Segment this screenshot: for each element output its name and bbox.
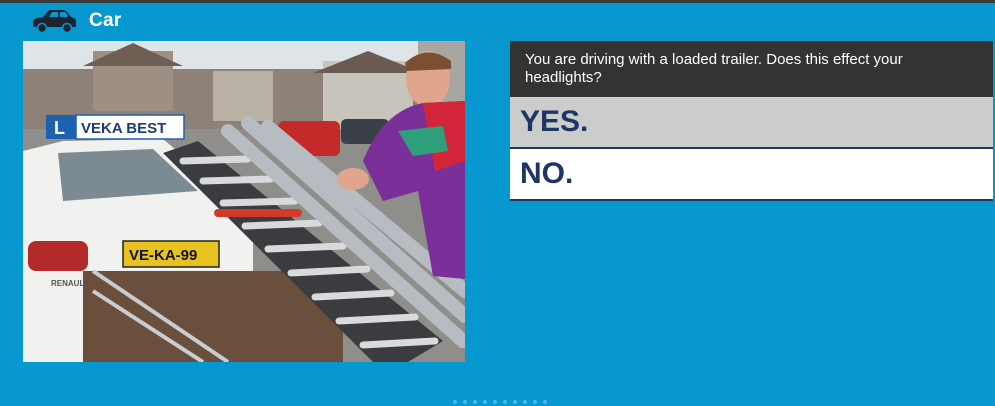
dot — [503, 400, 507, 404]
answer-no-button[interactable]: NO. — [510, 149, 993, 201]
driving-school-sign-letter: L — [54, 118, 65, 138]
category-header: Car — [30, 6, 122, 36]
car-icon — [33, 10, 76, 34]
top-border — [0, 0, 995, 3]
answer-yes-button[interactable]: YES. — [510, 97, 993, 149]
dot — [543, 400, 547, 404]
question-photo: VE-KA-99 RENAULT L VEKA BEST — [23, 41, 465, 362]
license-plate-text: VE-KA-99 — [129, 247, 197, 264]
dot — [483, 400, 487, 404]
dot — [473, 400, 477, 404]
question-panel: You are driving with a loaded trailer. D… — [510, 41, 993, 201]
answer-yes-label: YES. — [520, 105, 589, 138]
dot — [463, 400, 467, 404]
driving-school-sign-text: VEKA BEST — [81, 120, 166, 137]
dot — [513, 400, 517, 404]
dot — [493, 400, 497, 404]
dot — [533, 400, 537, 404]
dot — [453, 400, 457, 404]
answer-no-label: NO. — [520, 157, 574, 190]
question-text: You are driving with a loaded trailer. D… — [510, 41, 993, 97]
dot — [523, 400, 527, 404]
footer-decoration — [360, 396, 640, 406]
category-title: Car — [89, 10, 122, 31]
